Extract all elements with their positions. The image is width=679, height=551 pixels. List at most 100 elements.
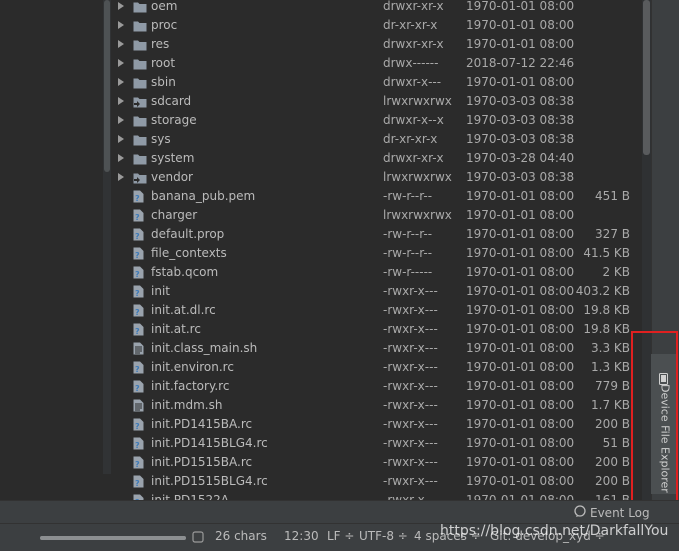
- scrollbar-thumb[interactable]: [643, 0, 650, 155]
- file-row[interactable]: ? init.at.rc -rwxr-x--- 1970-01-01 08:00 19.…: [111, 320, 642, 339]
- folder-row[interactable]: sbin drwxr-x--- 1970-01-01 08:00: [111, 73, 642, 92]
- file-date: 1970-01-01 08:00: [466, 360, 575, 374]
- expand-arrow-icon[interactable]: [118, 21, 124, 29]
- file-permissions: drwxr-x---: [383, 75, 442, 89]
- svg-text:?: ?: [135, 460, 140, 469]
- expand-arrow-icon[interactable]: [118, 59, 124, 67]
- file-date: 1970-01-01 08:00: [466, 0, 575, 13]
- file-row[interactable]: init.mdm.sh -rwxr-x--- 1970-01-01 08:00 1.7…: [111, 396, 642, 415]
- tool-window-bar: Event Log: [0, 500, 679, 523]
- svg-text:?: ?: [135, 289, 140, 298]
- file-date: 2018-07-12 22:46: [466, 56, 575, 70]
- scrollbar-thumb[interactable]: [104, 0, 110, 172]
- file-row[interactable]: ? charger lrwxrwxrwx 1970-01-01 08:00: [111, 206, 642, 225]
- file-row[interactable]: ? init.at.dl.rc -rwxr-x--- 1970-01-01 08:00…: [111, 301, 642, 320]
- file-size: 1.7 KB: [591, 398, 630, 412]
- svg-text:?: ?: [135, 384, 140, 393]
- file-date: 1970-01-01 08:00: [466, 436, 575, 450]
- file-permissions: dr-xr-xr-x: [383, 18, 438, 32]
- file-size: 200 B: [595, 417, 630, 431]
- expand-arrow-icon[interactable]: [118, 2, 124, 10]
- expand-arrow-icon[interactable]: [118, 135, 124, 143]
- file-row[interactable]: ? default.prop -rw-r--r-- 1970-01-01 08:00 3…: [111, 225, 642, 244]
- file-permissions: -rwxr-x---: [383, 417, 438, 431]
- folder-row[interactable]: storage drwxr-x--x 1970-03-03 08:38: [111, 111, 642, 130]
- file-date: 1970-01-01 08:00: [466, 189, 575, 203]
- line-separator[interactable]: LF ÷: [327, 529, 354, 543]
- file-size: 200 B: [595, 474, 630, 488]
- event-log-icon: [574, 505, 586, 520]
- file-name: root: [151, 56, 176, 70]
- file-permissions: -rwxr-x---: [383, 303, 438, 317]
- folder-row[interactable]: vendor lrwxrwxrwx 1970-03-03 08:38: [111, 168, 642, 187]
- file-row[interactable]: ? init.PD1415BA.rc -rwxr-x--- 1970-01-01 08…: [111, 415, 642, 434]
- folder-row[interactable]: sdcard lrwxrwxrwx 1970-03-03 08:38: [111, 92, 642, 111]
- svg-text:?: ?: [135, 441, 140, 450]
- file-date: 1970-01-01 08:00: [466, 75, 575, 89]
- file-name: oem: [151, 0, 178, 13]
- file-row[interactable]: init.class_main.sh -rwxr-x--- 1970-01-01 0…: [111, 339, 642, 358]
- file-permissions: -rw-r--r--: [383, 227, 433, 241]
- file-permissions: -rwxr-x---: [383, 379, 438, 393]
- file-permissions: -rwxr-x---: [383, 341, 438, 355]
- file-name: init.at.dl.rc: [151, 303, 216, 317]
- expand-arrow-icon[interactable]: [118, 116, 124, 124]
- expand-arrow-icon[interactable]: [118, 40, 124, 48]
- svg-text:?: ?: [135, 308, 140, 317]
- selection-chars: 26 chars: [215, 529, 267, 543]
- file-date: 1970-01-01 08:00: [466, 322, 575, 336]
- file-name: sys: [151, 132, 171, 146]
- expand-arrow-icon[interactable]: [118, 173, 124, 181]
- file-name: init.PD1415BA.rc: [151, 417, 253, 431]
- file-row[interactable]: ?init.PD1522A...-rwxr-x---1970-01-01 08:…: [111, 491, 642, 500]
- file-size: 41.5 KB: [583, 246, 630, 260]
- file-row[interactable]: ? init.PD1415BLG4.rc -rwxr-x--- 1970-01-01 …: [111, 434, 642, 453]
- file-row[interactable]: ? init.factory.rc -rwxr-x--- 1970-01-01 08:…: [111, 377, 642, 396]
- progress-bar: [40, 536, 186, 540]
- file-encoding[interactable]: UTF-8 ÷: [359, 529, 408, 543]
- project-panel: [0, 0, 103, 474]
- folder-row[interactable]: sys dr-xr-xr-x 1970-03-03 08:38: [111, 130, 642, 149]
- file-size: 451 B: [595, 189, 630, 203]
- event-log-button[interactable]: Event Log: [574, 505, 650, 520]
- file-date: 1970-01-01 08:00: [466, 265, 575, 279]
- file-row[interactable]: ? init -rwxr-x--- 1970-01-01 08:00 403.2 KB: [111, 282, 642, 301]
- file-name: init: [151, 284, 170, 298]
- folder-row[interactable]: oem drwxr-xr-x 1970-01-01 08:00: [111, 0, 642, 16]
- file-permissions: dr-xr-xr-x: [383, 132, 438, 146]
- file-row[interactable]: ? file_contexts -rw-r--r-- 1970-01-01 08:00…: [111, 244, 642, 263]
- folder-row[interactable]: system drwxr-xr-x 1970-03-28 04:40: [111, 149, 642, 168]
- expand-arrow-icon[interactable]: [118, 78, 124, 86]
- svg-text:?: ?: [135, 251, 140, 260]
- project-panel-scrollbar[interactable]: [103, 0, 111, 474]
- file-name: file_contexts: [151, 246, 227, 260]
- svg-text:?: ?: [135, 270, 140, 279]
- file-date: 1970-01-01 08:00: [466, 417, 575, 431]
- file-size: 161 B: [595, 493, 630, 500]
- file-name: init.PD1515BLG4.rc: [151, 474, 268, 488]
- file-name: init.PD1415BLG4.rc: [151, 436, 268, 450]
- file-date: 1970-03-03 08:38: [466, 94, 575, 108]
- file-date: 1970-01-01 08:00: [466, 227, 575, 241]
- caret-position[interactable]: 12:30: [284, 529, 319, 543]
- folder-row[interactable]: proc dr-xr-xr-x 1970-01-01 08:00: [111, 16, 642, 35]
- folder-row[interactable]: res drwxr-xr-x 1970-01-01 08:00: [111, 35, 642, 54]
- file-row[interactable]: ? init.environ.rc -rwxr-x--- 1970-01-01 08:…: [111, 358, 642, 377]
- file-permissions: drwxr-xr-x: [383, 151, 444, 165]
- file-row[interactable]: ? fstab.qcom -rw-r----- 1970-01-01 08:00 2 K…: [111, 263, 642, 282]
- file-row[interactable]: ? banana_pub.pem -rw-r--r-- 1970-01-01 08:0…: [111, 187, 642, 206]
- folder-row[interactable]: root drwx------ 2018-07-12 22:46: [111, 54, 642, 73]
- file-size: 19.8 KB: [583, 303, 630, 317]
- file-date: 1970-01-01 08:00: [466, 398, 575, 412]
- file-size: 327 B: [595, 227, 630, 241]
- file-size: 19.8 KB: [583, 322, 630, 336]
- progress-icon[interactable]: [192, 531, 204, 546]
- expand-arrow-icon[interactable]: [118, 97, 124, 105]
- svg-text:?: ?: [135, 213, 140, 222]
- file-date: 1970-03-03 08:38: [466, 132, 575, 146]
- file-row[interactable]: ? init.PD1515BA.rc -rwxr-x--- 1970-01-01 08…: [111, 453, 642, 472]
- expand-arrow-icon[interactable]: [118, 154, 124, 162]
- file-row[interactable]: ? init.PD1515BLG4.rc -rwxr-x--- 1970-01-01 …: [111, 472, 642, 491]
- file-name: sdcard: [151, 94, 192, 108]
- file-permissions: lrwxrwxrwx: [383, 94, 452, 108]
